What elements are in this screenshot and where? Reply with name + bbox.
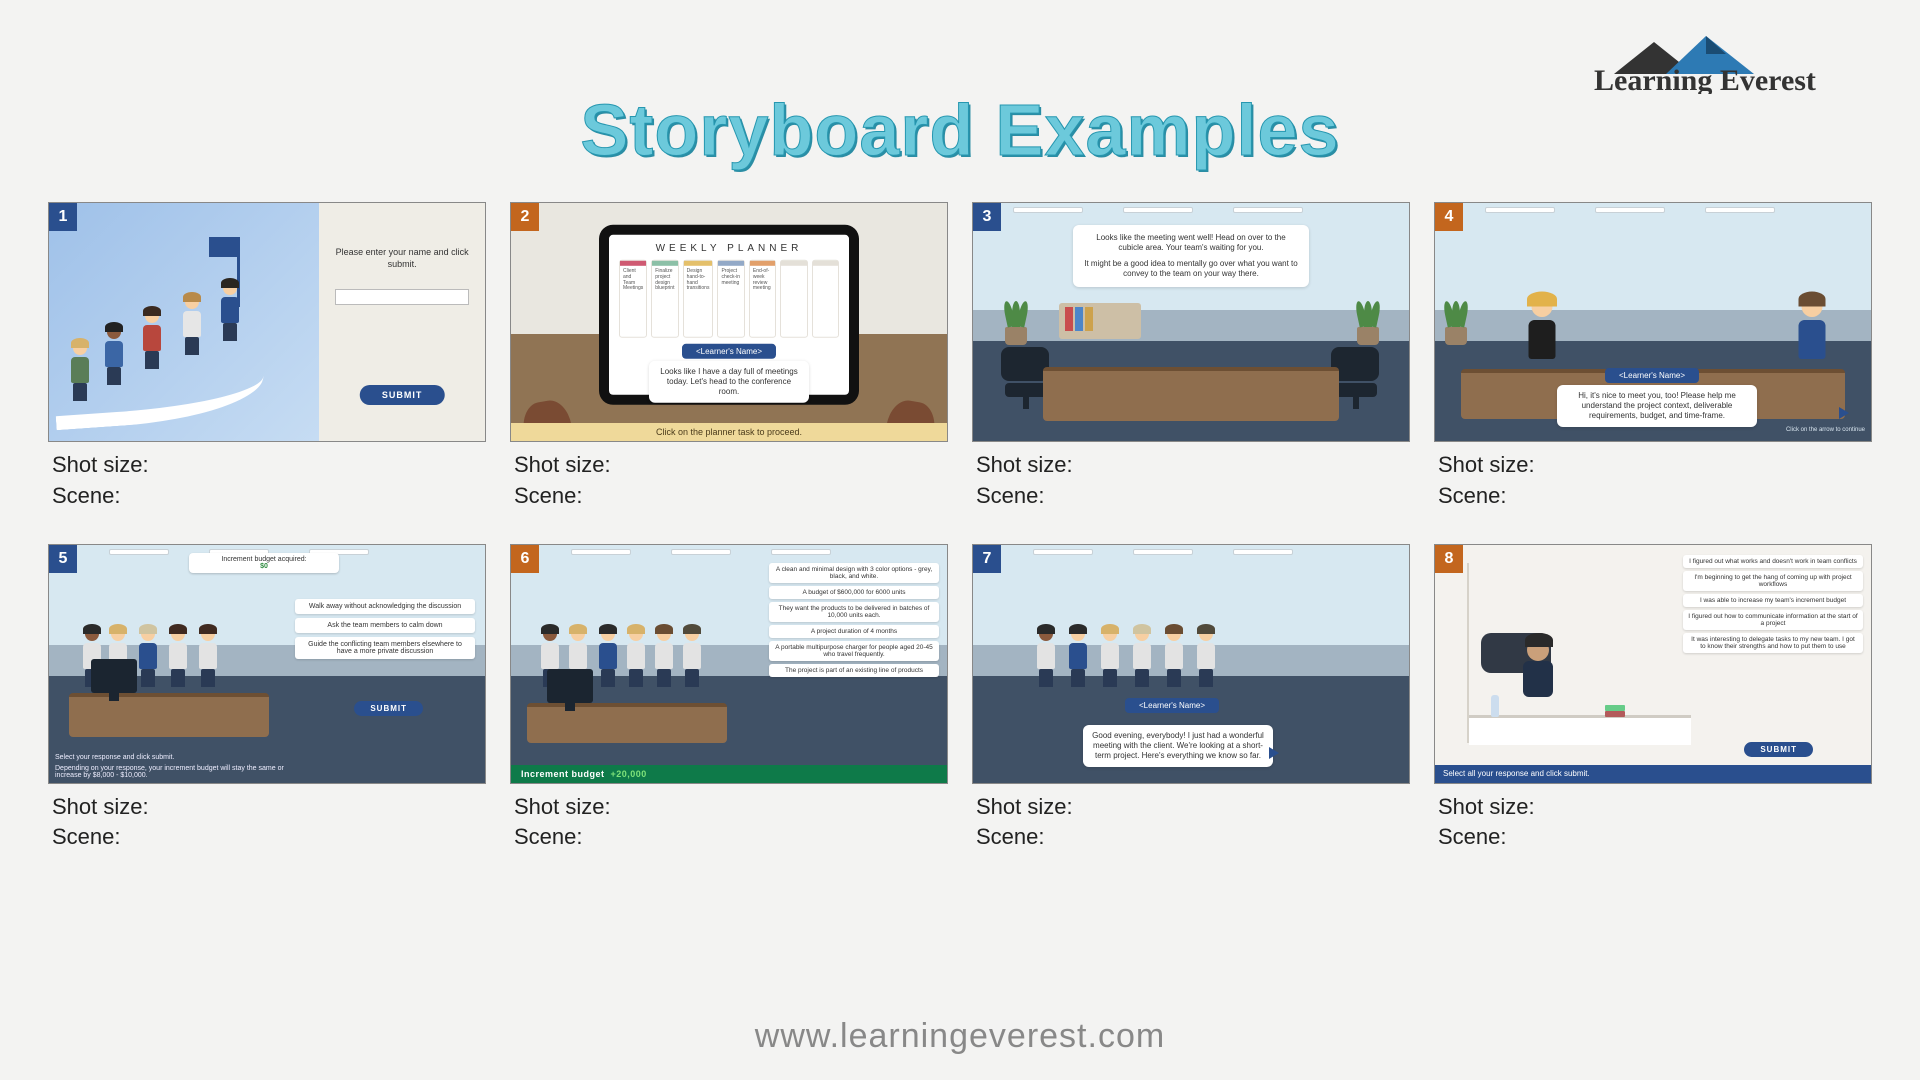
option-item[interactable]: Ask the team members to calm down	[295, 618, 475, 633]
panel-4: 4 <Learner's Name> Hi, it's nice to meet…	[1434, 202, 1872, 512]
panel-8-items: I figured out what works and doesn't wor…	[1683, 555, 1863, 656]
option-item[interactable]: I figured out what works and doesn't wor…	[1683, 555, 1863, 568]
panel-2-dialog: Looks like I have a day full of meetings…	[649, 361, 809, 403]
shot-size-label: Shot size:	[1438, 450, 1872, 481]
play-arrow-icon[interactable]	[1839, 407, 1849, 419]
panel-3-frame: 3 Looks like the meeting went well! Head…	[972, 202, 1410, 442]
panel-5-submit-button[interactable]: SUBMIT	[354, 701, 423, 716]
scene-label: Scene:	[514, 822, 948, 853]
scene-label: Scene:	[1438, 481, 1872, 512]
planner-column[interactable]: Client and Team Meetings	[619, 260, 647, 338]
panel-3-line2: It might be a good idea to mentally go o…	[1083, 259, 1299, 279]
planner-column[interactable]: Design hand-to-hand transitions	[683, 260, 714, 338]
scene-label: Scene:	[514, 481, 948, 512]
planner-column[interactable]: End-of-week review meeting	[749, 260, 776, 338]
option-item[interactable]: I figured out how to communicate informa…	[1683, 610, 1863, 630]
learner-name-tag: <Learner's Name>	[682, 344, 776, 359]
scene-label: Scene:	[52, 481, 486, 512]
panel-5-budget-label: Increment budget acquired:	[193, 556, 335, 563]
panel-8-submit-button[interactable]: SUBMIT	[1744, 742, 1813, 757]
panel-5-foot1: Select your response and click submit.	[49, 752, 315, 763]
panel-5: 5 Increment budget acquired: $0 Walk awa…	[48, 544, 486, 854]
brand-logo: Learning Everest	[1594, 28, 1864, 94]
scene-label: Scene:	[976, 481, 1410, 512]
panel-3: 3 Looks like the meeting went well! Head…	[972, 202, 1410, 512]
learner-name-tag: <Learner's Name>	[1605, 368, 1699, 383]
planner-columns: Client and Team MeetingsFinalize project…	[619, 260, 839, 338]
learner-name-tag: <Learner's Name>	[1125, 698, 1219, 713]
panel-5-foot2: Depending on your response, your increme…	[49, 763, 315, 783]
panel-7-dialog: Good evening, everybody! I just had a wo…	[1083, 725, 1273, 767]
shot-size-label: Shot size:	[514, 792, 948, 823]
option-item[interactable]: A portable multipurpose charger for peop…	[769, 641, 939, 661]
panel-number-badge: 6	[511, 545, 539, 573]
scene-illustration	[49, 203, 319, 441]
panel-6-frame: 6 A clean and minimal design with 3 colo…	[510, 544, 948, 784]
shot-size-label: Shot size:	[52, 792, 486, 823]
panel-8-frame: 8 I figured out what works and doesn't w…	[1434, 544, 1872, 784]
panel-5-options: Walk away without acknowledging the disc…	[295, 599, 475, 663]
panel-1-frame: 1 Please enter your name and click submi…	[48, 202, 486, 442]
shot-size-label: Shot size:	[1438, 792, 1872, 823]
svg-text:Learning Everest: Learning Everest	[1594, 64, 1816, 94]
panel-2-footer: Click on the planner task to proceed.	[511, 423, 947, 441]
option-item[interactable]: They want the products to be delivered i…	[769, 602, 939, 622]
shot-size-label: Shot size:	[976, 792, 1410, 823]
panel-number-badge: 8	[1435, 545, 1463, 573]
panel-number-badge: 1	[49, 203, 77, 231]
panel-3-line1: Looks like the meeting went well! Head o…	[1083, 233, 1299, 253]
option-item[interactable]: A budget of $600,000 for 6000 units	[769, 586, 939, 599]
page-title: Storyboard Examples	[48, 90, 1872, 172]
panel-2: 2 WEEKLY PLANNER Client and Team Meeting…	[510, 202, 948, 512]
scene-label: Scene:	[976, 822, 1410, 853]
storyboard-grid: 1 Please enter your name and click submi…	[48, 202, 1872, 853]
panel-5-budget-value: $0	[193, 563, 335, 570]
option-item[interactable]: I'm beginning to get the hang of coming …	[1683, 571, 1863, 591]
shot-size-label: Shot size:	[976, 450, 1410, 481]
panel-5-frame: 5 Increment budget acquired: $0 Walk awa…	[48, 544, 486, 784]
panel-6-items: A clean and minimal design with 3 color …	[769, 563, 939, 680]
planner-title: WEEKLY PLANNER	[619, 243, 839, 254]
panel-1-prompt: Please enter your name and click submit.	[333, 247, 471, 270]
increment-budget-bar: Increment budget+20,000	[511, 765, 947, 783]
option-item[interactable]: A clean and minimal design with 3 color …	[769, 563, 939, 583]
scene-label: Scene:	[1438, 822, 1872, 853]
panel-2-frame: 2 WEEKLY PLANNER Client and Team Meeting…	[510, 202, 948, 442]
option-item[interactable]: It was interesting to delegate tasks to …	[1683, 633, 1863, 653]
planner-column[interactable]: Finalize project design blueprint	[651, 260, 678, 338]
panel-4-cta: Click on the arrow to continue	[1786, 427, 1865, 433]
planner-column[interactable]: Project check-in meeting	[717, 260, 744, 338]
panel-1-form: Please enter your name and click submit.…	[319, 203, 485, 441]
panel-7: 7 <Learner's Name> Good evening, everybo…	[972, 544, 1410, 854]
panel-4-frame: 4 <Learner's Name> Hi, it's nice to meet…	[1434, 202, 1872, 442]
planner-column[interactable]	[780, 260, 807, 338]
option-item[interactable]: A project duration of 4 months	[769, 625, 939, 638]
panel-number-badge: 3	[973, 203, 1001, 231]
panel-7-frame: 7 <Learner's Name> Good evening, everybo…	[972, 544, 1410, 784]
panel-number-badge: 5	[49, 545, 77, 573]
panel-1: 1 Please enter your name and click submi…	[48, 202, 486, 512]
panel-6: 6 A clean and minimal design with 3 colo…	[510, 544, 948, 854]
option-item[interactable]: I was able to increase my team's increme…	[1683, 594, 1863, 607]
shot-size-label: Shot size:	[52, 450, 486, 481]
panel-8-footer: Select all your response and click submi…	[1435, 765, 1871, 783]
option-item[interactable]: Walk away without acknowledging the disc…	[295, 599, 475, 614]
panel-4-dialog: Hi, it's nice to meet you, too! Please h…	[1557, 385, 1757, 427]
scene-label: Scene:	[52, 822, 486, 853]
option-item[interactable]: Guide the conflicting team members elsew…	[295, 637, 475, 659]
panel-1-submit-button[interactable]: SUBMIT	[360, 385, 445, 405]
panel-1-name-input[interactable]	[335, 289, 469, 305]
panel-number-badge: 7	[973, 545, 1001, 573]
panel-number-badge: 4	[1435, 203, 1463, 231]
shot-size-label: Shot size:	[514, 450, 948, 481]
panel-8: 8 I figured out what works and doesn't w…	[1434, 544, 1872, 854]
play-arrow-icon[interactable]	[1269, 747, 1279, 759]
website-url: www.learningeverest.com	[0, 1017, 1920, 1056]
panel-number-badge: 2	[511, 203, 539, 231]
planner-column[interactable]	[812, 260, 839, 338]
option-item[interactable]: The project is part of an existing line …	[769, 664, 939, 677]
tablet[interactable]: WEEKLY PLANNER Client and Team MeetingsF…	[599, 225, 859, 405]
